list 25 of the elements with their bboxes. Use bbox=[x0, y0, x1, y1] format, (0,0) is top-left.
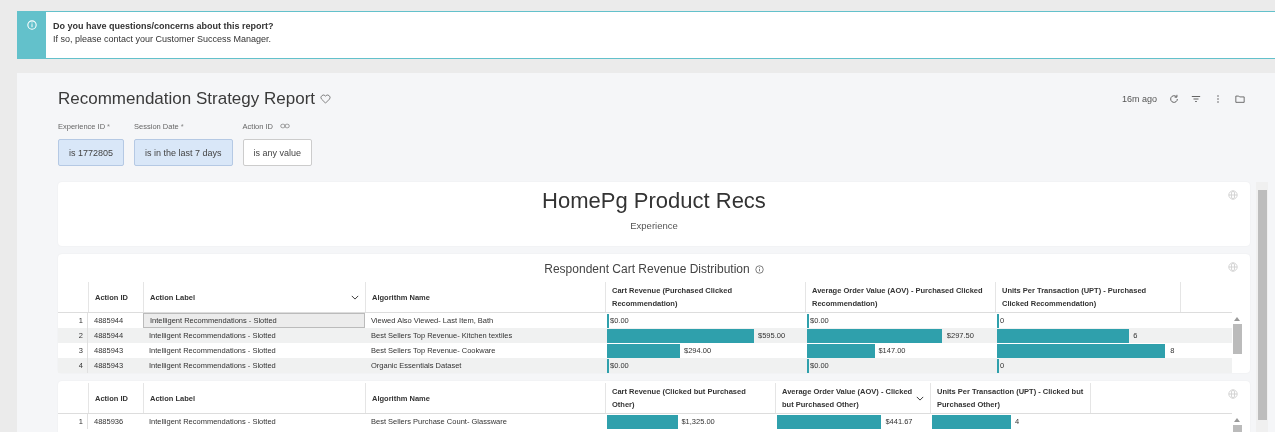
banner-message: If so, please contact your Customer Success Manager. bbox=[53, 34, 273, 44]
folder-icon[interactable] bbox=[1235, 94, 1245, 104]
card-title: HomePg Product Recs bbox=[542, 188, 766, 214]
caret-icon[interactable] bbox=[916, 395, 924, 401]
chart-title: Respondent Cart Revenue Distribution bbox=[544, 262, 750, 276]
filter-chip[interactable]: is any value bbox=[242, 139, 313, 166]
heart-icon[interactable] bbox=[320, 94, 332, 104]
filter-chip[interactable]: is 1772805 bbox=[58, 139, 125, 166]
scroll-up-icon[interactable] bbox=[1234, 418, 1240, 422]
report-title: Recommendation Strategy Report bbox=[58, 89, 316, 109]
info-icon bbox=[27, 20, 37, 30]
globe-icon[interactable] bbox=[1228, 389, 1238, 399]
filter-chip[interactable]: is in the last 7 days bbox=[134, 139, 233, 166]
scrollbar[interactable] bbox=[1256, 182, 1268, 432]
updated-time: 16m ago bbox=[1121, 94, 1157, 104]
globe-icon[interactable] bbox=[1228, 190, 1238, 200]
card-subtitle: Experience bbox=[630, 220, 678, 231]
globe-icon[interactable] bbox=[1228, 262, 1238, 272]
link-icon bbox=[280, 123, 291, 129]
filter-icon[interactable] bbox=[1191, 94, 1201, 104]
scroll-up-icon[interactable] bbox=[1234, 317, 1240, 321]
caret-icon[interactable] bbox=[351, 294, 359, 300]
banner-title: Do you have questions/concerns about this report? bbox=[53, 21, 274, 31]
refresh-icon[interactable] bbox=[1169, 94, 1179, 104]
info-icon[interactable] bbox=[754, 264, 764, 274]
